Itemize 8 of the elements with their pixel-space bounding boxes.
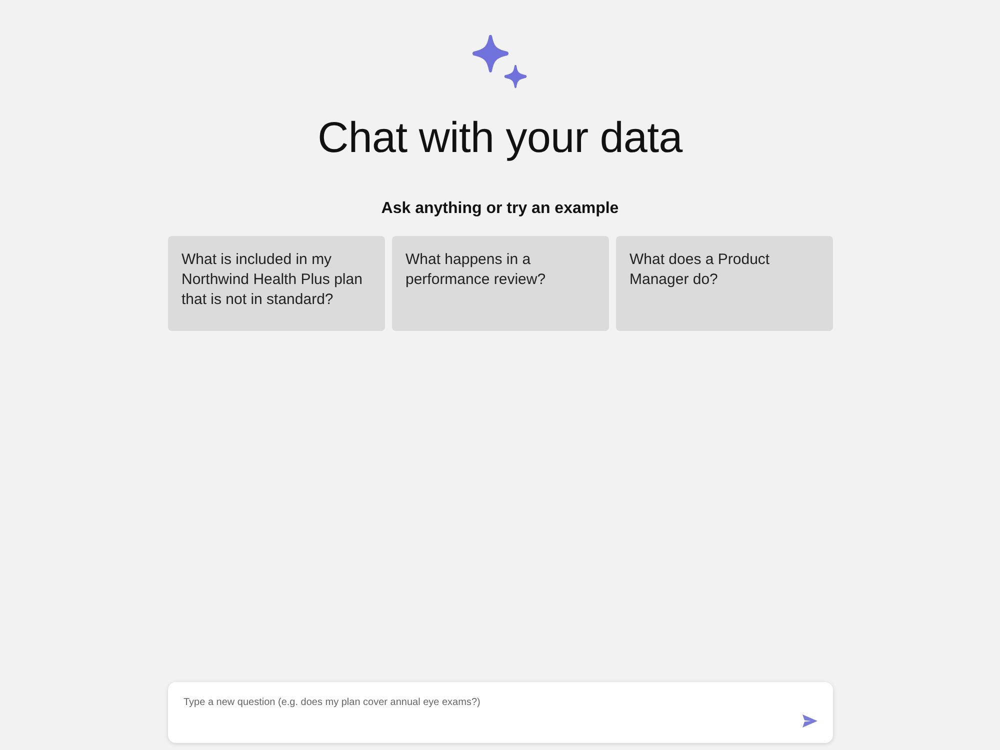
page-title: Chat with your data: [318, 113, 682, 164]
send-button[interactable]: [800, 713, 818, 729]
example-question-card[interactable]: What is included in my Northwind Health Plus plan that is not in standard?: [168, 236, 384, 331]
examples-heading: Ask anything or try an example: [381, 199, 619, 219]
example-question-card[interactable]: What does a Product Manager do?: [616, 236, 832, 331]
send-icon: [802, 714, 818, 728]
example-question-card[interactable]: What happens in a performance review?: [392, 236, 608, 331]
question-field[interactable]: Type a new question (e.g. does my plan cover annual eye exams?): [168, 682, 832, 743]
